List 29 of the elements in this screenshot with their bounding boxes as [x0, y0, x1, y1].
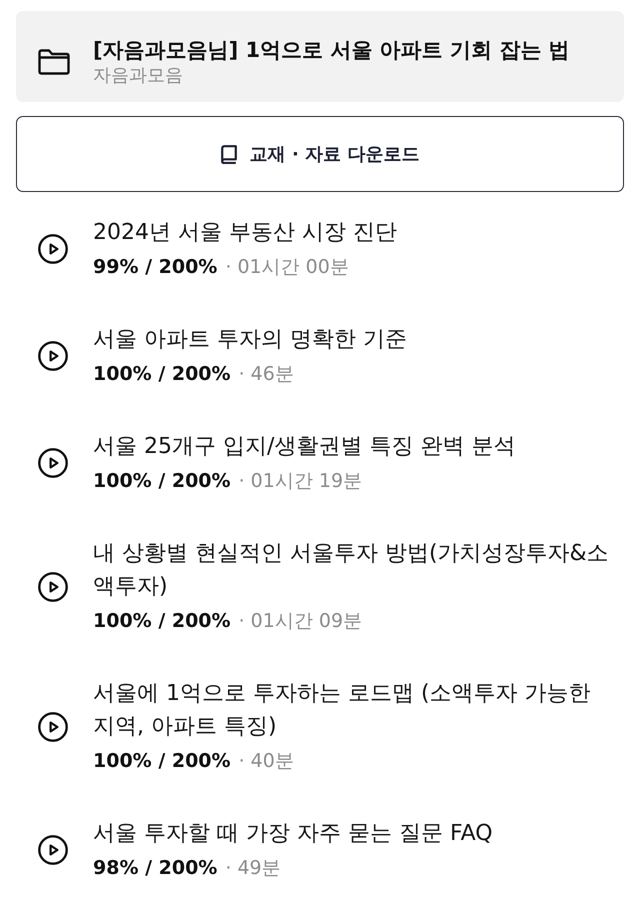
lecture-title[interactable]: 서울 아파트 투자의 명확한 기준: [93, 323, 616, 356]
lecture-title[interactable]: 서울에 1억으로 투자하는 로드맵 (소액투자 가능한 지역, 아파트 특징): [93, 677, 616, 743]
duration-text: · 01시간 09분: [238, 609, 362, 634]
play-icon[interactable]: [38, 835, 68, 865]
play-icon[interactable]: [38, 448, 68, 478]
progress-text: 99% / 200%: [93, 255, 218, 280]
progress-text: 100% / 200%: [93, 469, 231, 494]
play-icon[interactable]: [38, 572, 68, 602]
play-icon[interactable]: [38, 341, 68, 371]
progress-text: 100% / 200%: [93, 362, 231, 387]
course-author: 자음과모음: [93, 64, 184, 88]
duration-text: · 46분: [238, 362, 294, 387]
progress-text: 98% / 200%: [93, 856, 218, 881]
duration-text: · 49분: [225, 856, 281, 881]
duration-text: · 01시간 00분: [225, 255, 349, 280]
progress-text: 100% / 200%: [93, 609, 231, 634]
play-icon[interactable]: [38, 234, 68, 264]
play-icon[interactable]: [38, 712, 68, 742]
progress-text: 100% / 200%: [93, 749, 231, 774]
lecture-title[interactable]: 서울 25개구 입지/생활권별 특징 완벽 분석: [93, 430, 616, 463]
duration-text: · 40분: [238, 749, 294, 774]
lecture-title[interactable]: 내 상황별 현실적인 서울투자 방법(가치성장투자&소액투자): [93, 537, 616, 603]
book-icon: [220, 144, 237, 164]
course-title: [자음과모음님] 1억으로 서울 아파트 기회 잡는 법: [93, 37, 570, 64]
folder-icon: [38, 49, 70, 75]
duration-text: · 01시간 19분: [238, 469, 362, 494]
lecture-title[interactable]: 2024년 서울 부동산 시장 진단: [93, 216, 616, 249]
lecture-title[interactable]: 서울 투자할 때 가장 자주 묻는 질문 FAQ: [93, 817, 616, 850]
download-materials-button[interactable]: 교재 · 자료 다운로드: [16, 116, 624, 192]
